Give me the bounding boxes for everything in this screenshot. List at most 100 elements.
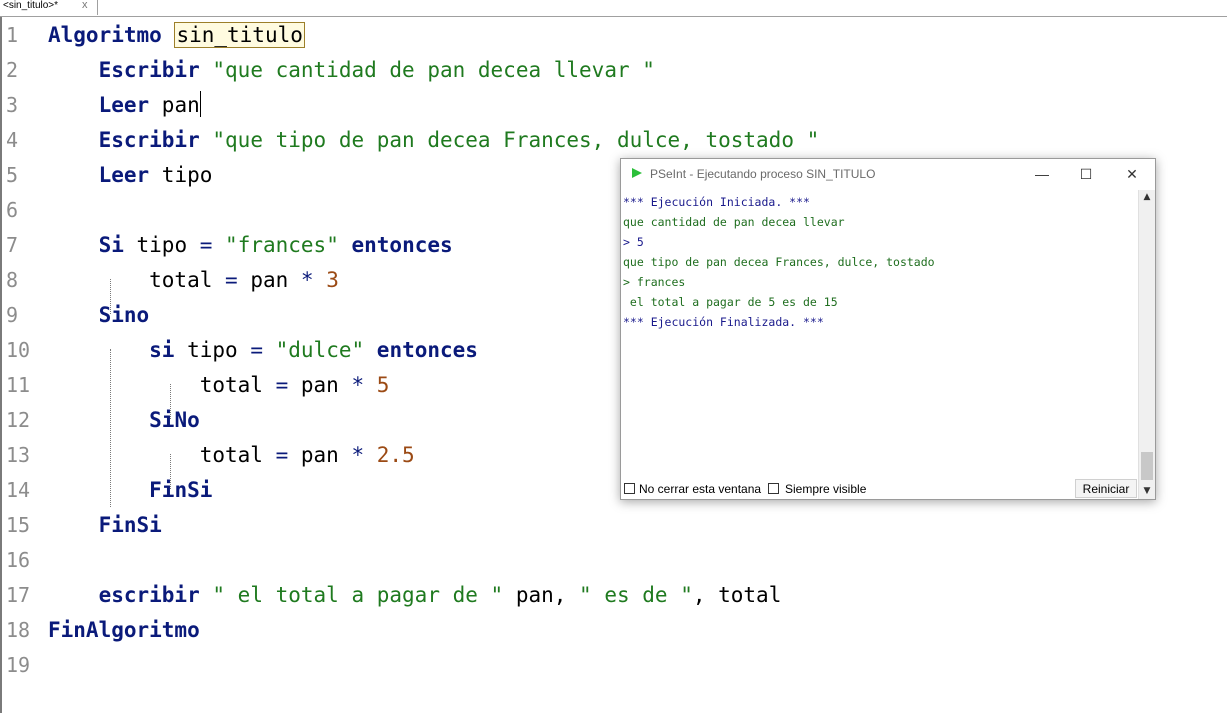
keep-open-label[interactable]: No cerrar esta ventana [639,482,761,496]
execution-window: PSeInt - Ejecutando proceso SIN_TITULO —… [620,158,1156,500]
code-text: total = pan * 5 [48,368,390,403]
code-text: escribir " el total a pagar de " pan, " … [48,578,782,613]
keyword-token: Si [98,233,124,257]
code-text: SiNo [48,403,200,438]
line-number: 19 [6,653,31,677]
keyword-token: si [149,338,175,362]
tab-close-icon[interactable]: x [82,0,88,11]
code-text: Leer pan [48,88,201,123]
scroll-up-icon[interactable]: ▲ [1140,190,1154,204]
code-line[interactable]: 17 escribir " el total a pagar de " pan,… [2,578,1222,613]
code-line[interactable]: 16 [2,543,1222,578]
console-output[interactable]: *** Ejecución Iniciada. *** que cantidad … [621,190,1137,479]
code-token: tipo [123,233,200,257]
code-token: = [275,443,289,467]
keyword-token: FinSi [98,513,162,537]
close-button[interactable]: ✕ [1109,161,1155,187]
line-number: 3 [6,93,19,117]
indent-guide [110,279,111,314]
keyword-token: Escribir [98,128,200,152]
scroll-down-icon[interactable]: ▼ [1140,484,1154,498]
console-scrollbar[interactable]: ▲ ▼ [1138,190,1155,499]
code-text: Algoritmo sin_titulo [48,18,305,53]
window-title: PSeInt - Ejecutando proceso SIN_TITULO [650,167,876,181]
line-number: 9 [6,303,19,327]
indent-guide [170,454,171,489]
line-number: 11 [6,373,31,397]
line-number: 5 [6,163,19,187]
code-text: FinAlgoritmo [48,613,200,648]
line-number: 14 [6,478,31,502]
always-visible-label[interactable]: Siempre visible [785,482,866,496]
keyword-token: entonces [351,233,453,257]
always-visible-checkbox[interactable] [768,483,779,494]
code-line[interactable]: 1 Algoritmo sin_titulo [2,18,1222,53]
code-token: tipo [174,338,251,362]
line-number: 15 [6,513,31,537]
reset-button[interactable]: Reiniciar [1075,479,1137,498]
line-number: 16 [6,548,31,572]
maximize-button[interactable]: ☐ [1063,161,1109,187]
code-token: * [300,268,314,292]
scrollbar-thumb[interactable] [1141,452,1153,480]
string-token: "frances" [225,233,339,257]
string-token: " es de " [579,583,693,607]
code-token: = [250,338,263,362]
tab-label: <sin_titulo>* [3,0,59,11]
keyword-token: Escribir [98,58,200,82]
code-token: * [351,373,365,397]
line-number: 1 [6,23,19,47]
keyword-token: Leer [98,93,150,117]
code-line[interactable]: 4 Escribir "que tipo de pan decea France… [2,123,1222,158]
code-line[interactable]: 19 [2,648,1222,683]
string-token: "dulce" [275,338,365,362]
console-line: > frances [623,275,686,289]
code-line[interactable]: 3 Leer pan [2,88,1222,123]
minimize-button[interactable]: — [1019,161,1065,187]
code-line[interactable]: 2 Escribir "que cantidad de pan decea ll… [2,53,1222,88]
line-number: 6 [6,198,19,222]
code-token: = [275,373,289,397]
console-line: *** Ejecución Finalizada. *** [623,315,824,329]
window-titlebar[interactable]: PSeInt - Ejecutando proceso SIN_TITULO —… [621,159,1155,189]
tab-strip: <sin_titulo>* x [0,0,1227,17]
keyword-token: Algoritmo [48,23,162,47]
code-text: Leer tipo [48,158,213,193]
code-text: si tipo = "dulce" entonces [48,333,478,368]
highlighted-token: sin_titulo [174,22,305,48]
string-token: "que cantidad de pan decea llevar " [212,58,655,82]
string-token: " el total a pagar de " [212,583,504,607]
keep-open-checkbox[interactable] [624,483,635,494]
keyword-token: entonces [376,338,478,362]
code-token: pan, [503,583,580,607]
code-line[interactable]: 18 FinAlgoritmo [2,613,1222,648]
indent-guide [170,384,171,419]
code-text: Escribir "que tipo de pan decea Frances,… [48,123,820,158]
code-token: pan [288,373,352,397]
code-token: , total [692,583,782,607]
code-text: Sino [48,298,150,333]
code-token: = [225,268,238,292]
code-token: pan [149,93,200,117]
tab-sin-titulo[interactable]: <sin_titulo>* x [0,0,98,15]
code-line[interactable]: 15 FinSi [2,508,1222,543]
number-token: 2.5 [376,443,415,467]
keyword-token: Leer [98,163,150,187]
keyword-token: Sino [98,303,150,327]
code-token: total [48,268,226,292]
code-text: total = pan * 3 [48,263,339,298]
keyword-token: FinSi [149,478,213,502]
